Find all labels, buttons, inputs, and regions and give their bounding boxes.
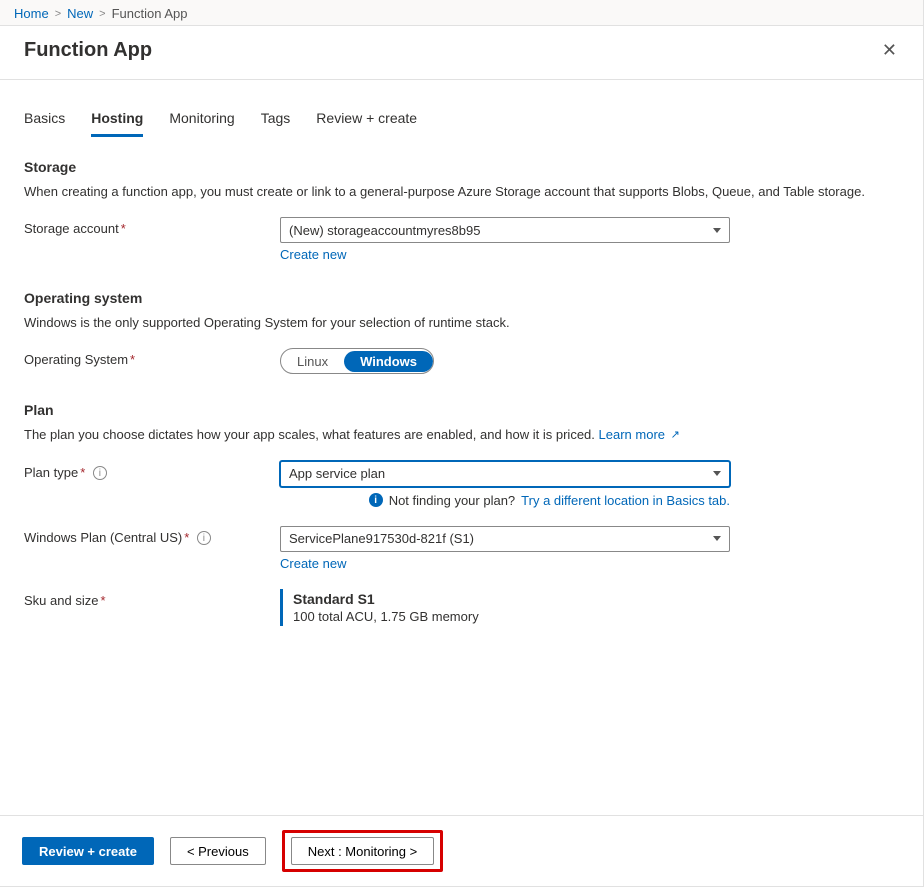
plan-title: Plan (24, 402, 899, 418)
not-finding-link[interactable]: Try a different location in Basics tab. (521, 493, 730, 508)
tab-tags[interactable]: Tags (261, 104, 291, 137)
tab-basics[interactable]: Basics (24, 104, 65, 137)
chevron-down-icon (713, 536, 721, 541)
sku-detail: 100 total ACU, 1.75 GB memory (293, 609, 730, 624)
not-finding-text: Not finding your plan? (389, 493, 515, 508)
wizard-footer: Review + create < Previous Next : Monito… (0, 815, 923, 886)
chevron-right-icon: > (55, 8, 61, 20)
next-highlight: Next : Monitoring > (282, 830, 443, 872)
required-asterisk: * (80, 465, 85, 480)
sku-label: Sku and size* (24, 589, 280, 608)
previous-button[interactable]: < Previous (170, 837, 266, 865)
sku-title: Standard S1 (293, 591, 730, 607)
os-toggle: Linux Windows (280, 348, 434, 374)
plan-learn-more-link[interactable]: Learn more ↗ (599, 427, 680, 442)
tab-review-create[interactable]: Review + create (316, 104, 417, 137)
plan-type-label: Plan type* i (24, 461, 280, 481)
required-asterisk: * (130, 352, 135, 367)
section-storage: Storage When creating a function app, yo… (24, 159, 899, 262)
required-asterisk: * (100, 593, 105, 608)
sku-label-text: Sku and size (24, 593, 98, 608)
chevron-down-icon (713, 471, 721, 476)
storage-account-select[interactable]: (New) storageaccountmyres8b95 (280, 217, 730, 243)
info-icon[interactable]: i (197, 531, 211, 545)
plan-desc: The plan you choose dictates how your ap… (24, 426, 899, 444)
info-icon[interactable]: i (93, 466, 107, 480)
plan-type-value: App service plan (289, 466, 385, 481)
page-title: Function App (24, 39, 152, 62)
storage-title: Storage (24, 159, 899, 175)
os-option-windows[interactable]: Windows (344, 351, 433, 372)
external-link-icon: ↗ (671, 428, 680, 443)
breadcrumb: Home > New > Function App (0, 0, 923, 26)
os-label-text: Operating System (24, 352, 128, 367)
plan-type-select[interactable]: App service plan (280, 461, 730, 487)
storage-account-label-text: Storage account (24, 221, 119, 236)
next-button[interactable]: Next : Monitoring > (291, 837, 434, 865)
required-asterisk: * (121, 221, 126, 236)
storage-desc: When creating a function app, you must c… (24, 183, 899, 201)
breadcrumb-current: Function App (112, 6, 188, 21)
breadcrumb-new[interactable]: New (67, 6, 93, 21)
os-label: Operating System* (24, 348, 280, 367)
chevron-right-icon: > (99, 8, 105, 20)
storage-account-value: (New) storageaccountmyres8b95 (289, 223, 480, 238)
chevron-down-icon (713, 228, 721, 233)
required-asterisk: * (184, 530, 189, 545)
windows-plan-select[interactable]: ServicePlane917530d-821f (S1) (280, 526, 730, 552)
close-icon: ✕ (882, 40, 897, 60)
tab-monitoring[interactable]: Monitoring (169, 104, 234, 137)
close-button[interactable]: ✕ (876, 36, 903, 65)
windows-plan-create-new-link[interactable]: Create new (280, 556, 346, 571)
section-plan: Plan The plan you choose dictates how yo… (24, 402, 899, 625)
windows-plan-label: Windows Plan (Central US)* i (24, 526, 280, 546)
storage-account-label: Storage account* (24, 217, 280, 236)
section-os: Operating system Windows is the only sup… (24, 290, 899, 374)
plan-desc-text: The plan you choose dictates how your ap… (24, 427, 595, 442)
tab-hosting[interactable]: Hosting (91, 104, 143, 137)
storage-create-new-link[interactable]: Create new (280, 247, 346, 262)
tabs: Basics Hosting Monitoring Tags Review + … (24, 104, 899, 137)
plan-learn-more-text: Learn more (599, 427, 665, 442)
windows-plan-label-text: Windows Plan (Central US) (24, 530, 182, 545)
sku-display: Standard S1 100 total ACU, 1.75 GB memor… (280, 589, 730, 626)
review-create-button[interactable]: Review + create (22, 837, 154, 865)
info-solid-icon: i (369, 493, 383, 507)
page-header: Function App ✕ (0, 26, 923, 80)
os-desc: Windows is the only supported Operating … (24, 314, 899, 332)
plan-type-label-text: Plan type (24, 465, 78, 480)
windows-plan-value: ServicePlane917530d-821f (S1) (289, 531, 474, 546)
breadcrumb-home[interactable]: Home (14, 6, 49, 21)
os-title: Operating system (24, 290, 899, 306)
os-option-linux[interactable]: Linux (281, 351, 344, 372)
